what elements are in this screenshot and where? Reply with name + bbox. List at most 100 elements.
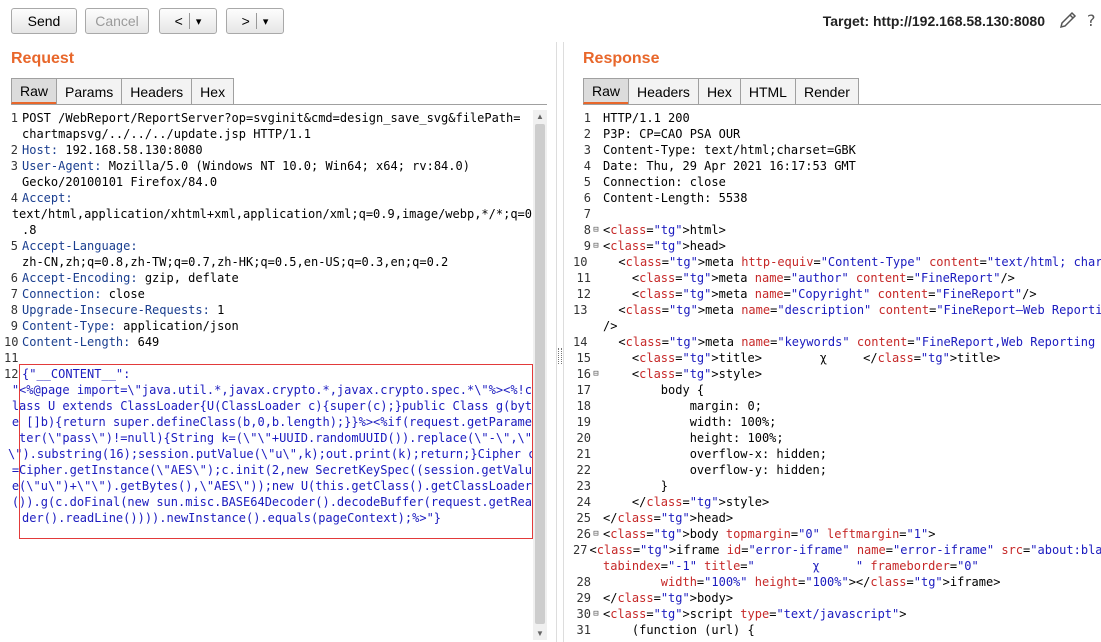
line-number: 7 xyxy=(10,287,18,301)
fold-toggle-icon[interactable]: ⊟ xyxy=(591,222,601,238)
divider-grip-icon[interactable] xyxy=(558,348,562,364)
request-tab-params[interactable]: Params xyxy=(56,78,123,104)
request-line-text: .8 xyxy=(22,223,37,237)
response-tab-raw[interactable]: Raw xyxy=(583,78,630,104)
response-line: 4 Date: Thu, 29 Apr 2021 16:17:53 GMT xyxy=(573,158,1101,174)
fold-gutter xyxy=(591,174,601,190)
line-number: 5 xyxy=(10,239,18,253)
response-line-text: margin: 0; xyxy=(603,399,762,413)
line-number: 16 xyxy=(576,367,591,381)
cancel-button[interactable]: Cancel xyxy=(85,8,149,34)
response-line-text xyxy=(601,206,603,222)
response-line-text: <class="tg">style> xyxy=(603,367,762,381)
request-scroll-thumb[interactable] xyxy=(535,124,545,624)
request-line-text: Accept-Encoding: gzip, deflate xyxy=(22,271,239,285)
back-button[interactable]: < ▾ xyxy=(159,8,217,34)
line-number: 9 xyxy=(10,319,18,333)
request-scrollbar[interactable]: ▲ ▼ xyxy=(533,110,547,640)
request-line: 9 Content-Type: application/json xyxy=(4,318,532,334)
response-line-text: <class="tg">body topmargin="0" leftmargi… xyxy=(603,527,936,541)
forward-dropdown-icon[interactable]: ▾ xyxy=(263,15,269,28)
response-line: 11 <class="tg">meta name="author" conten… xyxy=(573,270,1101,286)
line-number xyxy=(4,510,18,526)
line-number: 6 xyxy=(583,191,591,205)
line-number xyxy=(4,174,18,190)
response-line-text: height: 100%; xyxy=(603,431,784,445)
request-line: 2 Host: 192.168.58.130:8080 xyxy=(4,142,532,158)
response-line-text: <class="tg">script type="text/javascript… xyxy=(603,607,907,621)
response-tab-render[interactable]: Render xyxy=(794,78,859,104)
fold-gutter xyxy=(591,126,601,142)
scroll-up-icon[interactable]: ▲ xyxy=(536,112,544,121)
response-line: 29 </class="tg">body> xyxy=(573,590,1101,606)
response-line: /> xyxy=(573,318,1101,334)
response-tab-html[interactable]: HTML xyxy=(739,78,796,104)
fold-gutter xyxy=(591,590,601,606)
fold-gutter xyxy=(591,558,601,574)
forward-button[interactable]: > ▾ xyxy=(226,8,284,34)
response-line-text: /> xyxy=(603,319,618,333)
fold-gutter xyxy=(591,430,601,446)
panel-divider[interactable] xyxy=(556,42,564,642)
toolbar: Send Cancel < ▾ > ▾ Target: http://192.1… xyxy=(0,0,1101,42)
svg-text:?: ? xyxy=(1087,11,1096,30)
back-dropdown-icon[interactable]: ▾ xyxy=(196,15,202,28)
response-line: 9 ⊟ <class="tg">head> xyxy=(573,238,1101,254)
response-tab-underline xyxy=(583,104,1101,105)
fold-gutter xyxy=(591,142,601,158)
response-line: 21 overflow-x: hidden; xyxy=(573,446,1101,462)
line-number: 11 xyxy=(576,271,591,285)
fold-gutter xyxy=(591,510,601,526)
back-arrow-icon: < xyxy=(174,13,183,29)
line-number: 8 xyxy=(583,223,591,237)
response-line: 17 body { xyxy=(573,382,1101,398)
response-line-text: body { xyxy=(603,383,705,397)
line-number: 13 xyxy=(573,303,588,317)
request-line: 3 User-Agent: Mozilla/5.0 (Windows NT 10.… xyxy=(4,158,532,174)
request-tab-raw[interactable]: Raw xyxy=(11,78,58,104)
response-line: 14 <class="tg">meta name="keywords" cont… xyxy=(573,334,1101,350)
response-tab-hex[interactable]: Hex xyxy=(697,78,741,104)
request-tab-underline xyxy=(11,104,547,105)
response-line: 10 <class="tg">meta http-equiv="Content-… xyxy=(573,254,1101,270)
request-tab-headers[interactable]: Headers xyxy=(121,78,193,104)
scroll-down-icon[interactable]: ▼ xyxy=(536,629,544,638)
response-line-text: Content-Type: text/html;charset=GBK xyxy=(603,143,856,157)
line-number: 15 xyxy=(576,351,591,365)
request-tab-hex[interactable]: Hex xyxy=(191,78,235,104)
fold-toggle-icon[interactable]: ⊟ xyxy=(591,606,601,622)
response-tab-headers[interactable]: Headers xyxy=(628,78,699,104)
response-editor[interactable]: 1 HTTP/1.1 200 2 P3P: CP=CAO PSA OUR 3 Conten… xyxy=(573,110,1101,640)
line-number: 3 xyxy=(583,143,591,157)
line-number: 29 xyxy=(576,591,591,605)
send-button[interactable]: Send xyxy=(11,8,77,34)
request-line: 1 POST /WebReport/ReportServer?op=svginit… xyxy=(4,110,532,126)
request-line: text/html,application/xhtml+xml,applicat… xyxy=(4,206,532,222)
response-line-text: } xyxy=(603,479,669,493)
line-number: 26 xyxy=(576,527,591,541)
help-icon[interactable]: ? xyxy=(1085,9,1101,31)
fold-toggle-icon[interactable]: ⊟ xyxy=(591,238,601,254)
line-number xyxy=(4,222,18,238)
line-number xyxy=(573,558,591,574)
response-line: 31 (function (url) { xyxy=(573,622,1101,638)
fold-toggle-icon[interactable]: ⊟ xyxy=(591,526,601,542)
fold-toggle-icon[interactable]: ⊟ xyxy=(591,366,601,382)
response-line: 3 Content-Type: text/html;charset=GBK xyxy=(573,142,1101,158)
response-title: Response xyxy=(583,50,660,67)
line-number: 9 xyxy=(583,239,591,253)
forward-arrow-icon: > xyxy=(241,13,250,29)
request-line-text: User-Agent: Mozilla/5.0 (Windows NT 10.0… xyxy=(22,159,470,173)
request-line: 6 Accept-Encoding: gzip, deflate xyxy=(4,270,532,286)
line-number xyxy=(4,430,15,446)
line-number: 31 xyxy=(576,623,591,637)
response-line: 28 width="100%" height="100%"></class="t… xyxy=(573,574,1101,590)
line-number xyxy=(573,318,591,334)
edit-target-icon[interactable] xyxy=(1057,9,1079,31)
line-number: 4 xyxy=(583,159,591,173)
line-number: 30 xyxy=(576,607,591,621)
fold-gutter xyxy=(591,190,601,206)
request-line-text: Host: 192.168.58.130:8080 xyxy=(22,143,203,157)
response-line: 24 </class="tg">style> xyxy=(573,494,1101,510)
request-line: zh-CN,zh;q=0.8,zh-TW;q=0.7,zh-HK;q=0.5,e… xyxy=(4,254,532,270)
